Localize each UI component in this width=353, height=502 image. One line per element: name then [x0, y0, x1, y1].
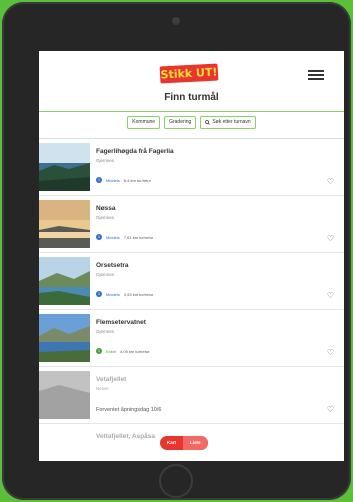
difficulty-label: Middels: [106, 291, 120, 297]
filter-search[interactable]: Søk etter turnavn: [200, 116, 256, 129]
destination-name: Orsetsetra: [96, 262, 129, 269]
hamburger-menu-icon[interactable]: [308, 70, 324, 81]
difficulty-label: Middels: [106, 177, 120, 183]
destination-name: Vettafjellet, Aspåsa: [96, 433, 156, 440]
tablet-frame: Stikk UT! Finn turmål Kommune Gradering …: [2, 2, 351, 500]
destination-name: Nøssa: [96, 205, 116, 212]
destination-list: Fagerlihøgda frå Fagerlia Gjemnes 1 Midd…: [39, 139, 344, 461]
opening-date-note: Forventet åpningsdag 10/6: [96, 407, 162, 413]
destination-name: Vetafjellet: [96, 376, 127, 383]
tab-list[interactable]: Liste: [183, 436, 208, 450]
list-item[interactable]: Orsetsetra Gjemnes 1 Middels 3,93 km tur…: [39, 253, 344, 310]
destination-meta: 1 Middels 3,93 km tur/retur: [96, 291, 153, 297]
list-item[interactable]: Fagerlihøgda frå Fagerlia Gjemnes 1 Midd…: [39, 139, 344, 196]
destination-photo: [39, 257, 90, 305]
tab-map[interactable]: Kart: [160, 436, 183, 450]
favorite-heart-icon[interactable]: ♡: [327, 291, 334, 300]
favorite-heart-icon[interactable]: ♡: [327, 348, 334, 357]
destination-name: Flemsetervatnet: [96, 319, 146, 326]
app-screen: Stikk UT! Finn turmål Kommune Gradering …: [39, 51, 344, 461]
destination-photo: [39, 200, 90, 248]
favorite-heart-icon[interactable]: ♡: [327, 177, 334, 186]
home-button[interactable]: [159, 464, 193, 498]
list-item[interactable]: Vetafjellet Nesse Forventet åpningsdag 1…: [39, 367, 344, 424]
filter-bar: Kommune Gradering Søk etter turnavn: [39, 112, 344, 139]
difficulty-badge-icon: 1: [96, 348, 102, 354]
destination-photo: [39, 143, 90, 191]
view-toggle: Kart Liste: [160, 436, 208, 450]
destination-location: Gjemnes: [96, 272, 115, 277]
filter-label: Gradering: [169, 119, 192, 125]
destination-name: Fagerlihøgda frå Fagerlia: [96, 148, 174, 155]
difficulty-badge-icon: 1: [96, 177, 102, 183]
filter-gradering[interactable]: Gradering: [164, 116, 197, 129]
camera-dot: [172, 17, 180, 25]
distance-label: 3,93 km tur/retur: [123, 291, 154, 297]
destination-meta: 1 Enkel 4,05 km tur/retur: [96, 348, 149, 354]
destination-photo: [39, 314, 90, 362]
app-header: Stikk UT! Finn turmål: [39, 51, 344, 112]
difficulty-label: Enkel: [106, 348, 117, 354]
destination-location: Gjemnes: [96, 158, 115, 163]
destination-meta: 1 Middels 6,4 km tur/retur: [96, 177, 151, 183]
destination-location: Nesse: [96, 386, 109, 391]
distance-label: 7,61 km tur/retur: [123, 234, 154, 240]
filter-label: Søk etter turnavn: [212, 119, 251, 125]
favorite-heart-icon[interactable]: ♡: [327, 234, 334, 243]
list-item[interactable]: Nøssa Gjemnes 1 Middels 7,61 km tur/retu…: [39, 196, 344, 253]
destination-location: Gjemnes: [96, 215, 115, 220]
list-item[interactable]: Flemsetervatnet Gjemnes 1 Enkel 4,05 km …: [39, 310, 344, 367]
difficulty-label: Middels: [106, 234, 120, 240]
filter-label: Kommune: [132, 119, 156, 125]
favorite-heart-icon[interactable]: ♡: [327, 405, 334, 414]
destination-photo: [39, 371, 90, 419]
destination-location: Gjemnes: [96, 329, 115, 334]
destination-meta: 1 Middels 7,61 km tur/retur: [96, 234, 153, 240]
filter-kommune[interactable]: Kommune: [127, 116, 161, 129]
difficulty-badge-icon: 1: [96, 291, 102, 297]
search-icon: [205, 120, 211, 125]
page-title: Finn turmål: [164, 92, 219, 103]
distance-label: 6,4 km tur/retur: [123, 177, 151, 183]
difficulty-badge-icon: 1: [96, 234, 102, 240]
distance-label: 4,05 km tur/retur: [120, 348, 150, 354]
stikk-ut-logo: Stikk UT!: [159, 63, 219, 84]
